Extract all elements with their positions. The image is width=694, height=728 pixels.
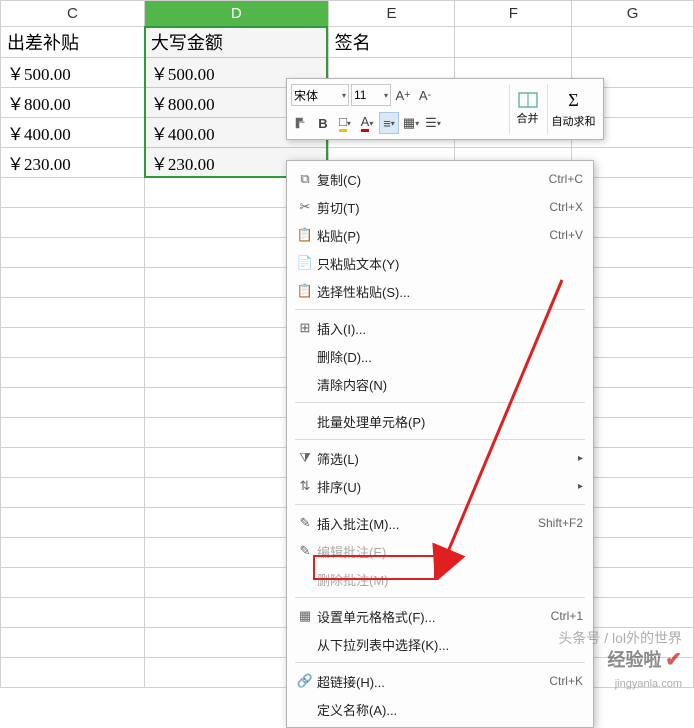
menu-separator [295, 662, 585, 663]
context-menu: ⧉ 复制(C) Ctrl+C ✂ 剪切(T) Ctrl+X 📋 粘贴(P) Ct… [286, 160, 594, 728]
autosum-button[interactable]: Σ 自动求和 [547, 84, 599, 134]
cell[interactable] [1, 328, 145, 358]
clipboard-icon: 📋 [293, 225, 317, 245]
funnel-icon: ⧩ [293, 448, 317, 468]
menu-copy[interactable]: ⧉ 复制(C) Ctrl+C [287, 165, 593, 193]
cell[interactable] [1, 478, 145, 508]
submenu-arrow-icon: ▸ [575, 453, 583, 464]
cell[interactable] [1, 538, 145, 568]
submenu-arrow-icon: ▸ [575, 481, 583, 492]
menu-insert-note[interactable]: ✎ 插入批注(M)... Shift+F2 [287, 509, 593, 537]
merge-button[interactable]: 合并 [509, 84, 545, 134]
row-ops-button[interactable]: ☰▾ [423, 112, 443, 134]
menu-sort[interactable]: ⇅ 排序(U) ▸ [287, 472, 593, 500]
sigma-icon: Σ [568, 90, 578, 111]
menu-filter[interactable]: ⧩ 筛选(L) ▸ [287, 444, 593, 472]
comment-icon: ✎ [293, 513, 317, 533]
menu-separator [295, 504, 585, 505]
cell[interactable]: ￥230.00 [1, 148, 145, 178]
watermark-line1: 头条号 / lol外的世界 [558, 629, 682, 647]
menu-insert[interactable]: ⊞ 插入(I)... [287, 314, 593, 342]
menu-separator [295, 597, 585, 598]
fill-color-button[interactable]: □▾ [335, 112, 355, 134]
cell[interactable] [1, 238, 145, 268]
cell[interactable] [1, 358, 145, 388]
cell[interactable] [1, 268, 145, 298]
cell[interactable] [1, 598, 145, 628]
font-name-select[interactable]: 宋体 ▾ [291, 84, 349, 106]
cell[interactable] [1, 388, 145, 418]
cell[interactable] [572, 27, 694, 58]
cell[interactable] [1, 178, 145, 208]
menu-separator [295, 309, 585, 310]
bold-button[interactable]: B [313, 112, 333, 134]
paste-text-icon: 📄 [293, 253, 317, 273]
col-header-G[interactable]: G [572, 1, 694, 27]
caret-down-icon: ▾ [342, 91, 346, 100]
watermark: 头条号 / lol外的世界 经验啦 ✔ jingyanla.com [558, 629, 682, 691]
watermark-url: jingyanla.com [615, 678, 682, 690]
menu-paste[interactable]: 📋 粘贴(P) Ctrl+V [287, 221, 593, 249]
cell[interactable] [1, 568, 145, 598]
watermark-brand: 经验啦 [607, 650, 661, 670]
sort-icon: ⇅ [293, 476, 317, 496]
cell[interactable]: ￥400.00 [1, 118, 145, 148]
merge-icon [518, 92, 538, 108]
cell[interactable] [1, 208, 145, 238]
border-button[interactable]: ▦▾ [401, 112, 421, 134]
scissors-icon: ✂ [293, 197, 317, 217]
menu-cut[interactable]: ✂ 剪切(T) Ctrl+X [287, 193, 593, 221]
grid-icon: ▦ [293, 606, 317, 626]
menu-format-cells[interactable]: ▦ 设置单元格格式(F)... Ctrl+1 [287, 602, 593, 630]
menu-clear[interactable]: 清除内容(N) [287, 370, 593, 398]
mini-toolbar: 宋体 ▾ 11 ▾ A+ A- B □▾ A▾ [286, 78, 604, 140]
caret-down-icon: ▾ [384, 91, 388, 100]
format-painter-button[interactable] [291, 112, 311, 134]
cell[interactable] [1, 418, 145, 448]
cell[interactable] [455, 27, 572, 58]
autosum-label: 自动求和 [552, 113, 596, 129]
merge-label: 合并 [517, 110, 539, 126]
menu-delete-note: 删除批注(M) [287, 565, 593, 593]
align-button[interactable]: ≡▾ [379, 112, 399, 134]
edit-comment-icon: ✎ [293, 541, 317, 561]
menu-separator [295, 402, 585, 403]
cell[interactable]: ￥500.00 [1, 58, 145, 88]
cell[interactable] [1, 628, 145, 658]
col-header-F[interactable]: F [455, 1, 572, 27]
copy-icon: ⧉ [293, 169, 317, 189]
decrease-font-button[interactable]: A- [415, 84, 435, 106]
menu-edit-note: ✎ 编辑批注(E)... [287, 537, 593, 565]
cell[interactable]: 签名 [328, 27, 455, 58]
insert-icon: ⊞ [293, 318, 317, 338]
menu-paste-text[interactable]: 📄 只粘贴文本(Y) [287, 249, 593, 277]
menu-define-name[interactable]: 定义名称(A)... [287, 695, 593, 723]
cell[interactable] [1, 298, 145, 328]
cell[interactable]: ￥800.00 [1, 88, 145, 118]
font-name-value: 宋体 [294, 87, 318, 104]
col-header-E[interactable]: E [328, 1, 455, 27]
menu-dropdown-select[interactable]: 从下拉列表中选择(K)... [287, 630, 593, 658]
menu-paste-special[interactable]: 📋 选择性粘贴(S)... [287, 277, 593, 305]
menu-batch[interactable]: 批量处理单元格(P) [287, 407, 593, 435]
cell[interactable]: 大写金额 [144, 27, 328, 58]
increase-font-button[interactable]: A+ [393, 84, 413, 106]
menu-separator [295, 439, 585, 440]
font-color-button[interactable]: A▾ [357, 112, 377, 134]
cell[interactable]: 出差补贴 [1, 27, 145, 58]
font-size-select[interactable]: 11 ▾ [351, 84, 391, 106]
paste-special-icon: 📋 [293, 281, 317, 301]
cell[interactable] [1, 658, 145, 688]
col-header-C[interactable]: C [1, 1, 145, 27]
cell[interactable] [1, 448, 145, 478]
col-header-D[interactable]: D [144, 1, 328, 27]
link-icon: 🔗 [293, 671, 317, 691]
menu-delete[interactable]: 删除(D)... [287, 342, 593, 370]
menu-hyperlink[interactable]: 🔗 超链接(H)... Ctrl+K [287, 667, 593, 695]
font-size-value: 11 [354, 88, 366, 102]
cell[interactable] [1, 508, 145, 538]
